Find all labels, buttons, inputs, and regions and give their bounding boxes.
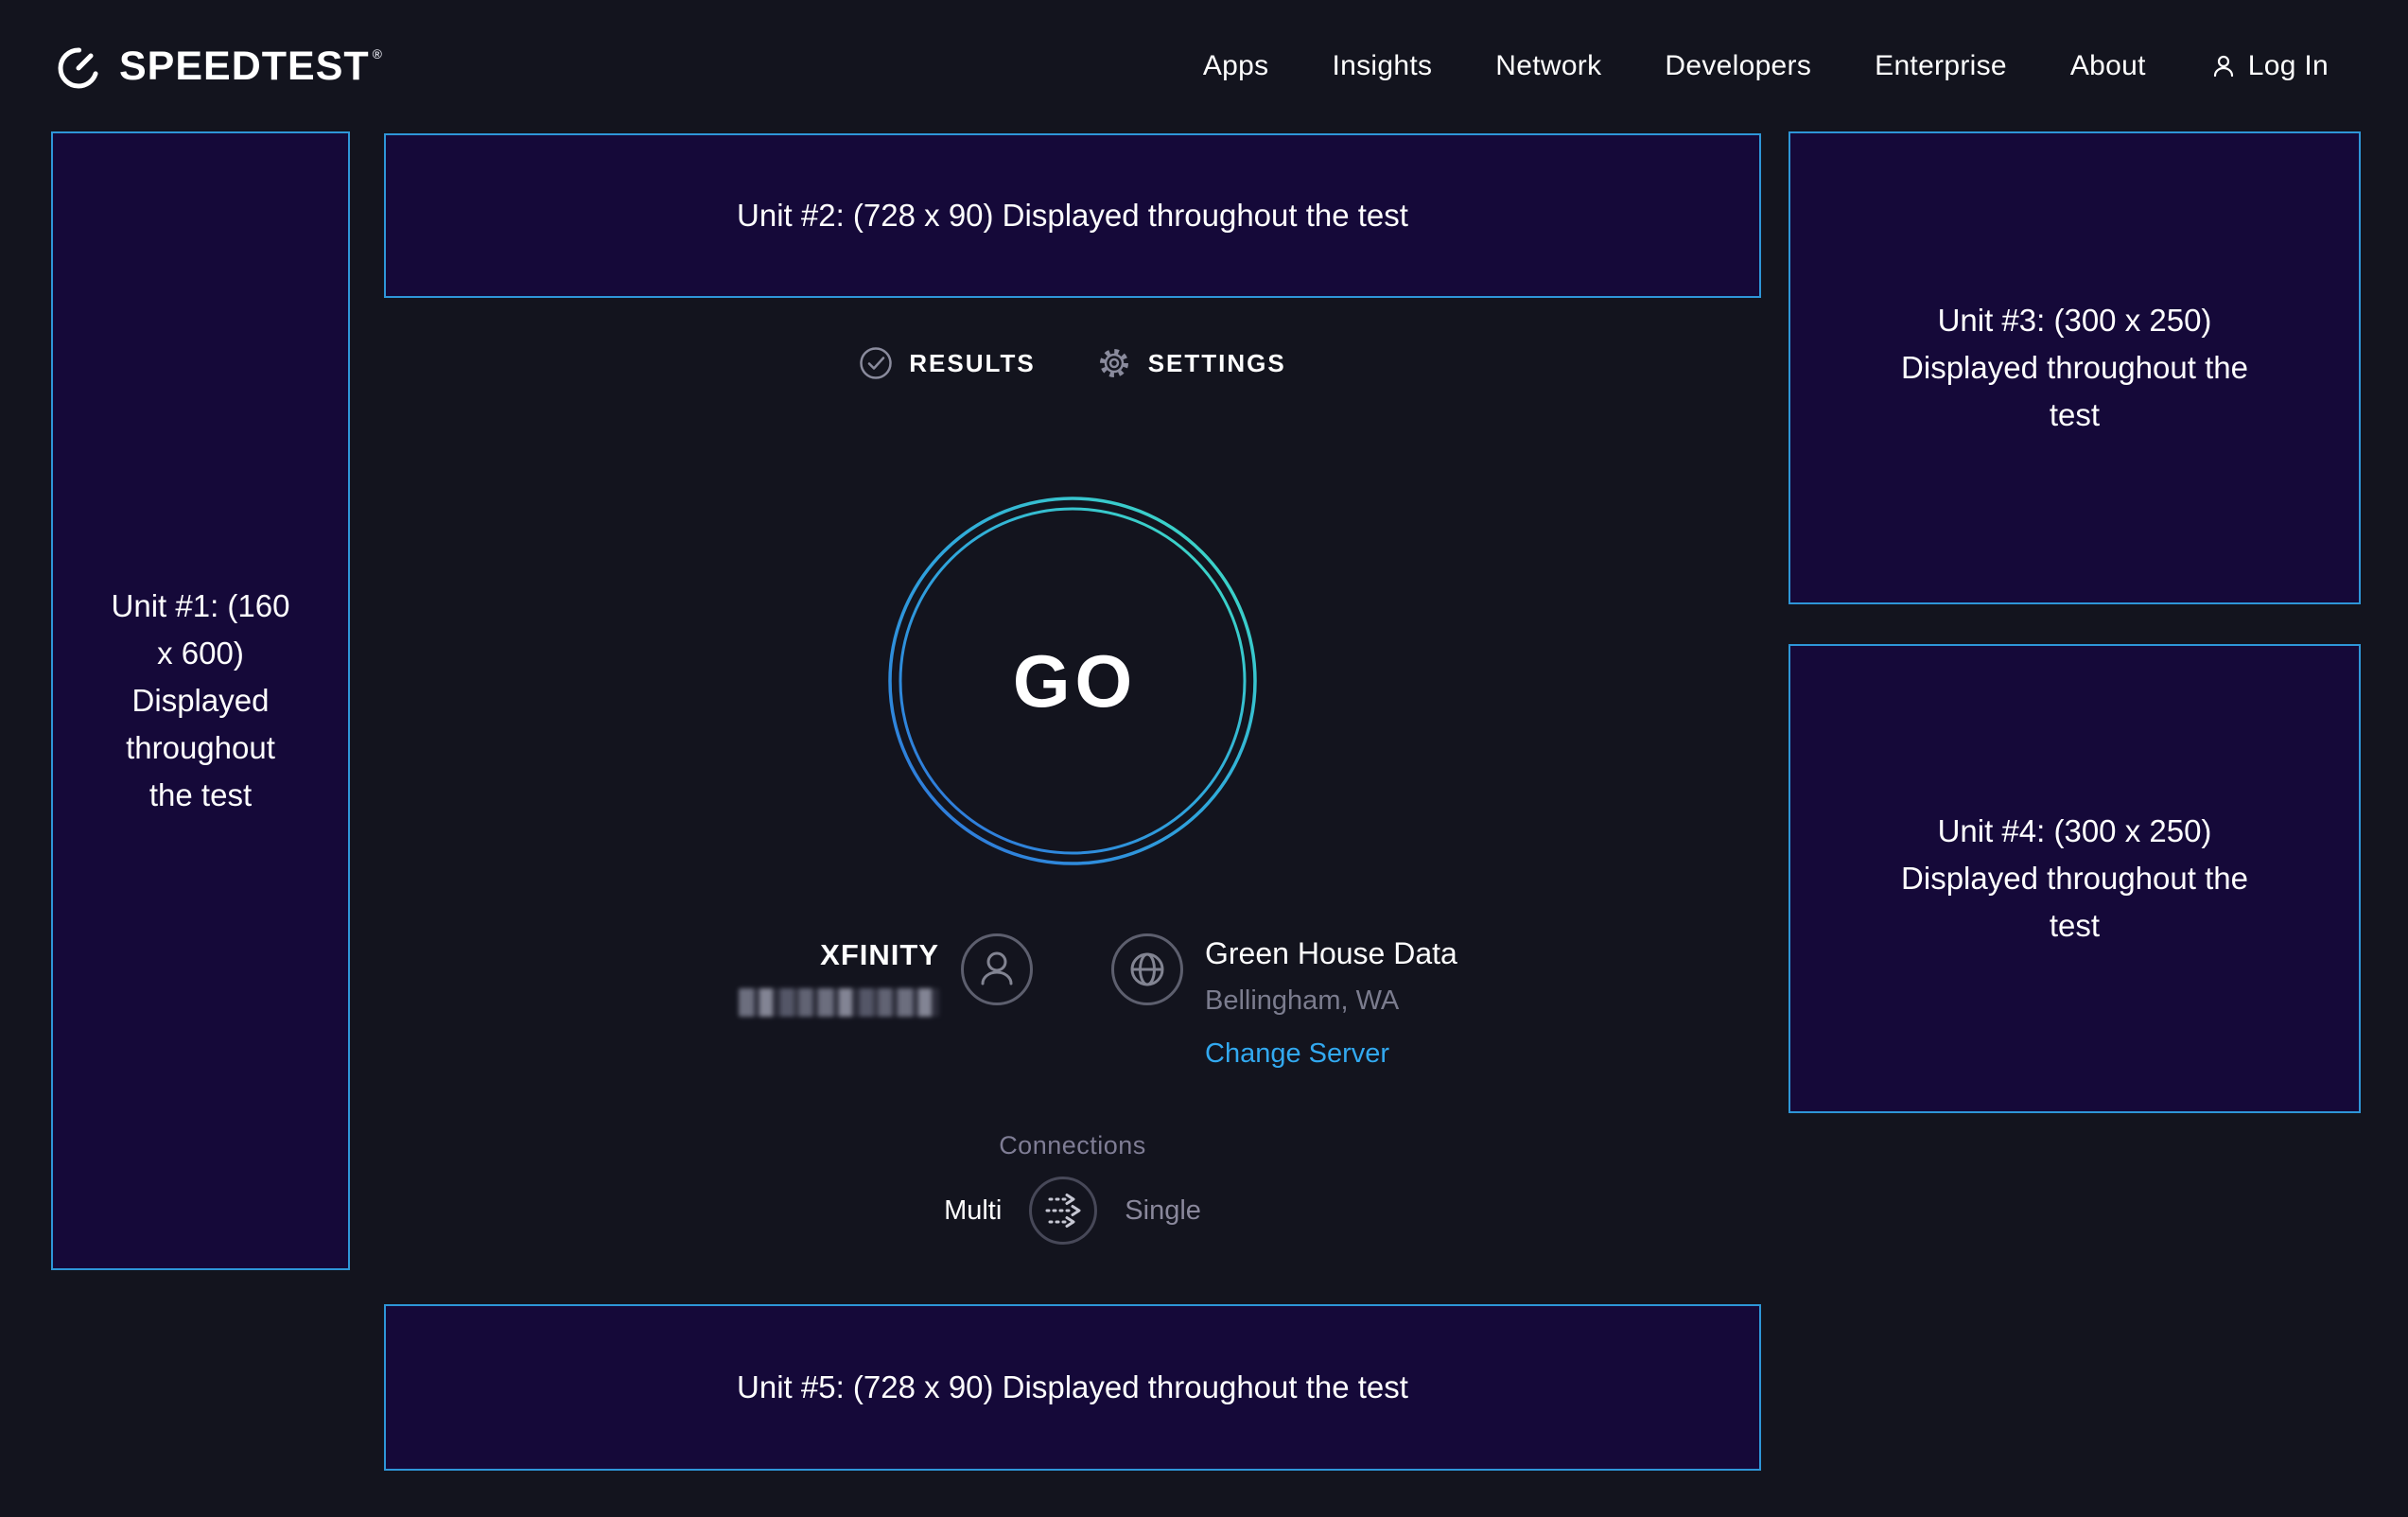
speedometer-gauge-icon — [53, 41, 104, 92]
connections-single-option[interactable]: Single — [1125, 1195, 1201, 1227]
multi-connections-toggle-icon[interactable] — [1028, 1176, 1098, 1246]
connections-section: Connections Multi — [384, 1131, 1761, 1246]
server-name: Green House Data — [1205, 936, 1457, 971]
server-block: Green House Data Bellingham, WA Change S… — [1073, 915, 1761, 1070]
isp-name: XFINITY — [820, 938, 939, 972]
ip-address-redacted — [739, 988, 939, 1017]
speedtest-page: SPEEDTEST® Apps Insights Network Develop… — [0, 0, 2408, 1517]
ad-unit-4-rectangle[interactable]: Unit #4: (300 x 250) Displayed throughou… — [1789, 644, 2361, 1113]
ad-unit-1-text: Unit #1: (160 x 600) Displayed throughou… — [104, 583, 298, 820]
login-label: Log In — [2248, 50, 2329, 82]
login-button[interactable]: Log In — [2209, 50, 2329, 82]
ad-unit-1-skyscraper[interactable]: Unit #1: (160 x 600) Displayed throughou… — [51, 131, 350, 1270]
go-button-label: GO — [1008, 638, 1137, 724]
change-server-link[interactable]: Change Server — [1205, 1038, 1389, 1070]
tab-results[interactable]: RESULTS — [859, 346, 1035, 380]
connections-label: Connections — [384, 1131, 1761, 1160]
tab-settings-label: SETTINGS — [1148, 349, 1286, 378]
gear-icon — [1096, 345, 1132, 381]
brand-name: SPEEDTEST® — [119, 44, 383, 90]
connections-toggle-row: Multi Single — [384, 1176, 1761, 1246]
go-button[interactable]: GO — [887, 496, 1258, 866]
tab-settings[interactable]: SETTINGS — [1096, 345, 1286, 381]
tab-results-label: RESULTS — [909, 349, 1035, 378]
nav-item-enterprise[interactable]: Enterprise — [1875, 50, 2007, 82]
nav-item-about[interactable]: About — [2070, 50, 2146, 82]
user-circle-icon — [960, 933, 1034, 1070]
connections-multi-option[interactable]: Multi — [944, 1195, 1002, 1227]
user-icon — [2209, 52, 2238, 80]
ad-unit-4-text: Unit #4: (300 x 250) Displayed throughou… — [1893, 808, 2257, 950]
trademark-mark: ® — [373, 47, 383, 61]
isp-block: XFINITY — [384, 915, 1073, 1070]
check-circle-icon — [859, 346, 893, 380]
globe-circle-icon — [1110, 933, 1184, 1070]
connection-info-row: XFINITY — [384, 915, 1761, 1070]
ad-unit-3-text: Unit #3: (300 x 250) Displayed throughou… — [1893, 297, 2257, 439]
server-location: Bellingham, WA — [1205, 985, 1399, 1017]
speedtest-logo[interactable]: SPEEDTEST® — [53, 41, 383, 92]
results-settings-tabs: RESULTS SETTINGS — [384, 337, 1761, 390]
test-panel: RESULTS SETTINGS — [384, 0, 1761, 1517]
ad-unit-3-rectangle[interactable]: Unit #3: (300 x 250) Displayed throughou… — [1789, 131, 2361, 604]
